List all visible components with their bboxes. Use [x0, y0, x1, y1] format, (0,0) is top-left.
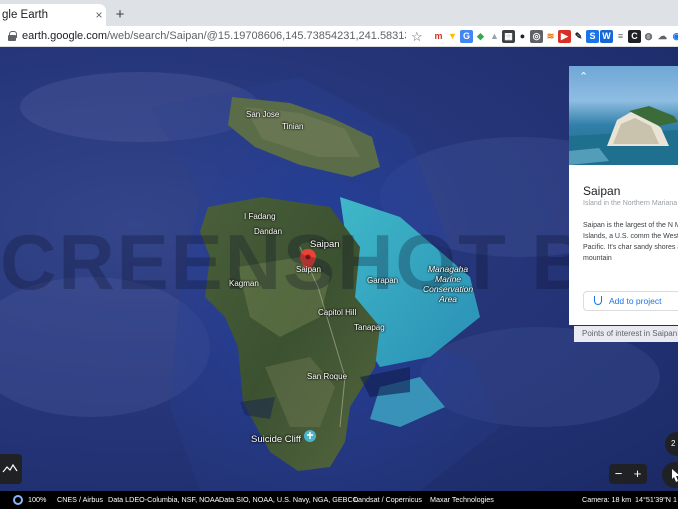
waveform-icon[interactable]: ≋	[544, 30, 557, 43]
elevation-profile-button[interactable]	[0, 454, 22, 484]
url-path: /web/search/Saipan/@15.19708606,145.7385…	[107, 30, 406, 42]
label-garapan[interactable]: Garapan	[367, 276, 398, 285]
globe-icon[interactable]: ◍	[642, 30, 655, 43]
label-tinian[interactable]: Tinian	[282, 122, 304, 131]
video-icon[interactable]: ▶	[558, 30, 571, 43]
credit-landsat: Landsat / Copernicus	[354, 495, 422, 504]
tab-close-icon[interactable]: ×	[92, 4, 106, 26]
address-bar[interactable]: earth.google.com/web/search/Saipan/@15.1…	[22, 26, 406, 47]
cursor-coordinates: 14°51'39"N 1	[635, 495, 677, 504]
credit-maxar: Maxar Technologies	[430, 495, 494, 504]
zoom-controls: − +	[609, 464, 647, 484]
credit-sio: Data SIO, NOAA, U.S. Navy, NGA, GEBCO	[219, 495, 359, 504]
globe-loading-icon	[13, 495, 23, 505]
pen-icon[interactable]: ✎	[572, 30, 585, 43]
bookmark-add-icon	[594, 296, 602, 305]
dark-icon[interactable]: ●	[516, 30, 529, 43]
label-fadang[interactable]: I Fadang	[244, 212, 276, 221]
m-icon[interactable]: m	[432, 30, 445, 43]
credit-ldeo: Data LDEO-Columbia, NSF, NOAA	[108, 495, 220, 504]
zoom-out-button[interactable]: −	[609, 464, 628, 484]
place-photo[interactable]: ⌃	[569, 66, 678, 165]
marine-label-line: Conservation	[423, 284, 474, 294]
label-dandan[interactable]: Dandan	[254, 227, 282, 236]
browser-tab-strip: gle Earth × +	[0, 0, 678, 26]
marine-label-line: Area	[439, 294, 458, 304]
label-san-jose[interactable]: San Jose	[246, 110, 279, 119]
navigation-button[interactable]	[662, 462, 678, 488]
profile-icon[interactable]: ◉	[670, 30, 678, 43]
tab-title: gle Earth	[2, 9, 49, 21]
place-info-card: ⌃ Saipan Island in the Northern Mariana …	[569, 66, 678, 325]
add-to-project-button[interactable]: Add to project	[583, 291, 678, 311]
place-title: Saipan	[583, 184, 621, 198]
marine-label-line: Marine	[435, 274, 462, 284]
watermark-text: CREENSHOT BY	[0, 218, 644, 306]
label-saipan-pin[interactable]: Saipan	[296, 265, 321, 274]
place-subtitle: Island in the Northern Mariana	[583, 200, 678, 207]
credit-cnes: CNES / Airbus	[57, 495, 103, 504]
label-kagman[interactable]: Kagman	[229, 279, 259, 288]
bookmark-star-icon[interactable]: ☆	[411, 26, 423, 47]
zoom-level: 100%	[28, 495, 47, 504]
url-host: earth.google.com	[22, 30, 107, 42]
suicide-cliff-pin-icon[interactable]	[304, 430, 316, 442]
camera-altitude: Camera: 18 km	[582, 495, 632, 504]
tab-google-earth[interactable]: gle Earth	[0, 4, 106, 26]
triangle-icon[interactable]: ▲	[488, 30, 501, 43]
marine-label-line: Managaha	[427, 264, 469, 274]
camera-icon[interactable]: ◎	[530, 30, 543, 43]
label-suicide-cliff[interactable]: Suicide Cliff	[251, 434, 301, 445]
label-saipan-island[interactable]: Saipan	[310, 239, 340, 250]
s-icon[interactable]: S	[586, 30, 599, 43]
add-to-project-label: Add to project	[609, 296, 662, 306]
grid-icon[interactable]: ▦	[502, 30, 515, 43]
collapse-card-icon[interactable]: ⌃	[579, 70, 588, 83]
label-san-roque[interactable]: San Roque	[307, 372, 347, 381]
label-capitol-hill[interactable]: Capitol Hill	[318, 308, 356, 317]
vpn-icon[interactable]: ◆	[474, 30, 487, 43]
ws-icon[interactable]: W	[600, 30, 613, 43]
status-bar: 100% CNES / Airbus Data LDEO-Columbia, N…	[0, 491, 678, 509]
pinpoint-icon[interactable]: ▼	[446, 30, 459, 43]
points-of-interest-link[interactable]: Points of interest in Saipan	[574, 326, 678, 342]
doc-icon[interactable]: ≡	[614, 30, 627, 43]
translate-icon[interactable]: G	[460, 30, 473, 43]
browser-toolbar: earth.google.com/web/search/Saipan/@15.1…	[0, 26, 678, 47]
lock-icon[interactable]	[8, 31, 17, 41]
zoom-in-button[interactable]: +	[628, 464, 647, 484]
label-marine-conservation-area[interactable]: Managaha Marine Conservation Area	[423, 264, 473, 304]
elevation-chart-icon	[2, 463, 18, 473]
cursor-arrow-icon	[672, 469, 678, 482]
new-tab-button[interactable]: +	[113, 4, 127, 26]
place-description: Saipan is the largest of the N Mariana I…	[583, 222, 678, 262]
cloud-icon[interactable]: ☁	[656, 30, 669, 43]
c-icon[interactable]: C	[628, 30, 641, 43]
label-tanapag[interactable]: Tanapag	[354, 323, 385, 332]
